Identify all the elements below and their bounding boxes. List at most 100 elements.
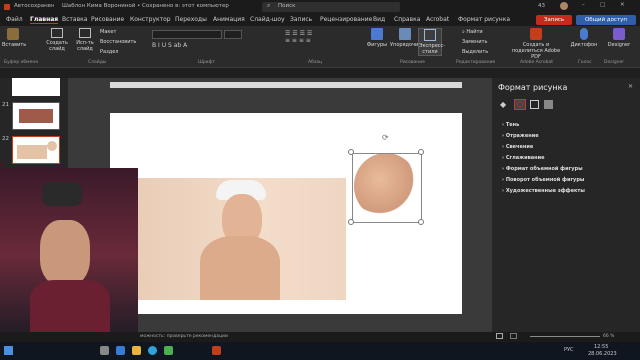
zoom-level[interactable]: 66 % <box>603 334 614 339</box>
panel-item-glow[interactable]: › Свечение <box>502 144 533 150</box>
font-size-box[interactable] <box>224 30 242 39</box>
resize-handle[interactable] <box>418 219 424 225</box>
panel-item-artistic-effects[interactable]: › Художественные эффекты <box>502 188 585 194</box>
taskbar-app-icon[interactable] <box>116 346 125 355</box>
section-button[interactable]: Раздел <box>100 49 118 55</box>
status-text: можность: проверьте рекомендации <box>140 334 228 339</box>
paragraph-tools[interactable]: ☰ ☰ ☰ ☰ ≡ ≡ ≡ ≡ <box>285 30 375 54</box>
slide-sorter-icon[interactable] <box>510 333 517 339</box>
slide-thumbnail-22[interactable] <box>12 136 60 164</box>
record-button[interactable]: Запись <box>536 15 572 25</box>
group-font: Шрифт <box>198 60 216 65</box>
layout-button[interactable]: Макет <box>100 29 116 35</box>
find-label: Найти <box>466 29 483 35</box>
rotate-handle-icon[interactable]: ⟳ <box>382 133 389 142</box>
dictate-label: Диктофон <box>570 42 598 48</box>
panel-close-icon[interactable]: ✕ <box>628 83 633 90</box>
tab-home[interactable]: Главная <box>30 16 59 24</box>
resize-handle[interactable] <box>348 219 354 225</box>
group-clipboard: Буфер обмена <box>4 60 39 65</box>
tab-file[interactable]: Файл <box>6 16 23 23</box>
size-properties-icon[interactable] <box>530 100 539 109</box>
quick-styles-button[interactable]: Экспресс-стили <box>418 28 445 56</box>
ribbon: Вставить Создать слайд Исп-ть слайд Маке… <box>0 26 640 68</box>
thumbnail-image <box>17 145 47 159</box>
taskbar-app-icon[interactable] <box>132 346 141 355</box>
tab-picture-format[interactable]: Формат рисунка <box>458 16 510 23</box>
group-editing: Редактирование <box>456 60 496 65</box>
reset-label: Восстановить <box>100 39 137 45</box>
tab-record[interactable]: Запись <box>290 16 312 23</box>
shapes-button[interactable]: Фигуры <box>365 28 389 48</box>
slide-thumbnail-21[interactable] <box>12 102 60 130</box>
panel-item-reflection[interactable]: › Отражение <box>502 133 539 139</box>
panel-item-soft-edges[interactable]: › Сглаживание <box>502 155 545 161</box>
tab-review[interactable]: Рецензирование <box>320 16 372 23</box>
picture-icon[interactable] <box>544 100 553 109</box>
close-icon[interactable]: ✕ <box>620 2 625 8</box>
new-slide-button[interactable]: Создать слайд <box>44 28 70 52</box>
share-button[interactable]: Общий доступ <box>576 15 636 25</box>
panel-item-shadow[interactable]: › Тень <box>502 122 519 128</box>
tab-draw[interactable]: Рисование <box>91 16 124 23</box>
tab-acrobat[interactable]: Acrobat <box>426 16 449 23</box>
tab-view[interactable]: Вид <box>373 16 385 23</box>
presenter-face <box>40 220 90 286</box>
tab-design[interactable]: Конструктор <box>130 16 171 23</box>
group-drawing: Рисование <box>400 60 425 65</box>
resize-handle[interactable] <box>348 149 354 155</box>
panel-item-label: Художественные эффекты <box>505 188 585 194</box>
taskbar-app-icon[interactable] <box>164 346 173 355</box>
select-button[interactable]: Выделить <box>462 49 488 55</box>
powerpoint-logo-icon <box>4 4 10 10</box>
panel-item-label: Свечение <box>505 144 534 150</box>
zoom-slider[interactable] <box>530 336 600 337</box>
tab-insert[interactable]: Вставка <box>62 16 87 23</box>
avatar[interactable] <box>560 2 568 10</box>
shapes-label: Фигуры <box>366 42 388 48</box>
find-button[interactable]: ⌕ Найти <box>462 29 483 35</box>
tab-slideshow[interactable]: Слайд-шоу <box>250 16 285 23</box>
selection-box <box>352 153 422 223</box>
dictate-button[interactable]: Диктофон <box>570 28 598 48</box>
woman-photo[interactable] <box>138 178 346 300</box>
clock-date[interactable]: 28.06.2023 <box>588 351 617 357</box>
input-language[interactable]: РУС <box>564 347 574 353</box>
search-box[interactable]: ⌕ Поиск <box>262 2 400 12</box>
clock-time[interactable]: 12:55 <box>594 344 608 350</box>
group-voice: Голос <box>578 60 592 65</box>
effects-icon[interactable]: ⬠ <box>514 99 526 110</box>
tab-transitions[interactable]: Переходы <box>175 16 207 23</box>
tab-animation[interactable]: Анимация <box>213 16 245 23</box>
arrange-icon <box>399 28 411 40</box>
group-acrobat: Adobe Acrobat <box>520 60 554 65</box>
panel-item-3d-format[interactable]: › Формат объемной фигуры <box>502 166 583 172</box>
replace-button[interactable]: Заменить <box>462 39 488 45</box>
font-format-row[interactable]: B I U S ab A <box>152 42 272 54</box>
format-picture-panel: Формат рисунка ✕ ◆ ⬠ <box>492 78 640 332</box>
slide-thumbnail-20[interactable] <box>12 78 60 96</box>
normal-view-icon[interactable] <box>496 333 503 339</box>
maximize-icon[interactable]: □ <box>600 2 605 8</box>
font-name-box[interactable] <box>152 30 222 39</box>
taskbar-app-icon[interactable] <box>148 346 157 355</box>
slide[interactable]: ⟳ <box>110 113 462 314</box>
start-icon[interactable] <box>4 346 13 355</box>
minimize-icon[interactable]: – <box>582 2 585 8</box>
reuse-slide-button[interactable]: Исп-ть слайд <box>72 28 98 52</box>
adobe-pdf-button[interactable]: Создать и поделиться Adobe PDF <box>510 28 562 60</box>
arrange-button[interactable]: Упорядочить <box>390 28 424 48</box>
webcam-overlay <box>0 168 138 342</box>
taskbar-app-icon[interactable] <box>100 346 109 355</box>
fill-line-icon[interactable]: ◆ <box>500 100 509 109</box>
paste-button[interactable]: Вставить <box>2 28 27 48</box>
reset-button[interactable]: Восстановить <box>100 39 136 45</box>
powerpoint-taskbar-icon[interactable] <box>212 346 221 355</box>
designer-button[interactable]: Designer <box>602 28 636 48</box>
resize-handle[interactable] <box>418 149 424 155</box>
taskbar: РУС 12:55 28.06.2023 <box>0 342 640 360</box>
paste-label: Вставить <box>2 42 27 48</box>
tab-help[interactable]: Справка <box>394 16 420 23</box>
menu-bar: Файл Главная Вставка Рисование Конструкт… <box>0 14 640 26</box>
panel-item-3d-rotation[interactable]: › Поворот объемной фигуры <box>502 177 584 183</box>
